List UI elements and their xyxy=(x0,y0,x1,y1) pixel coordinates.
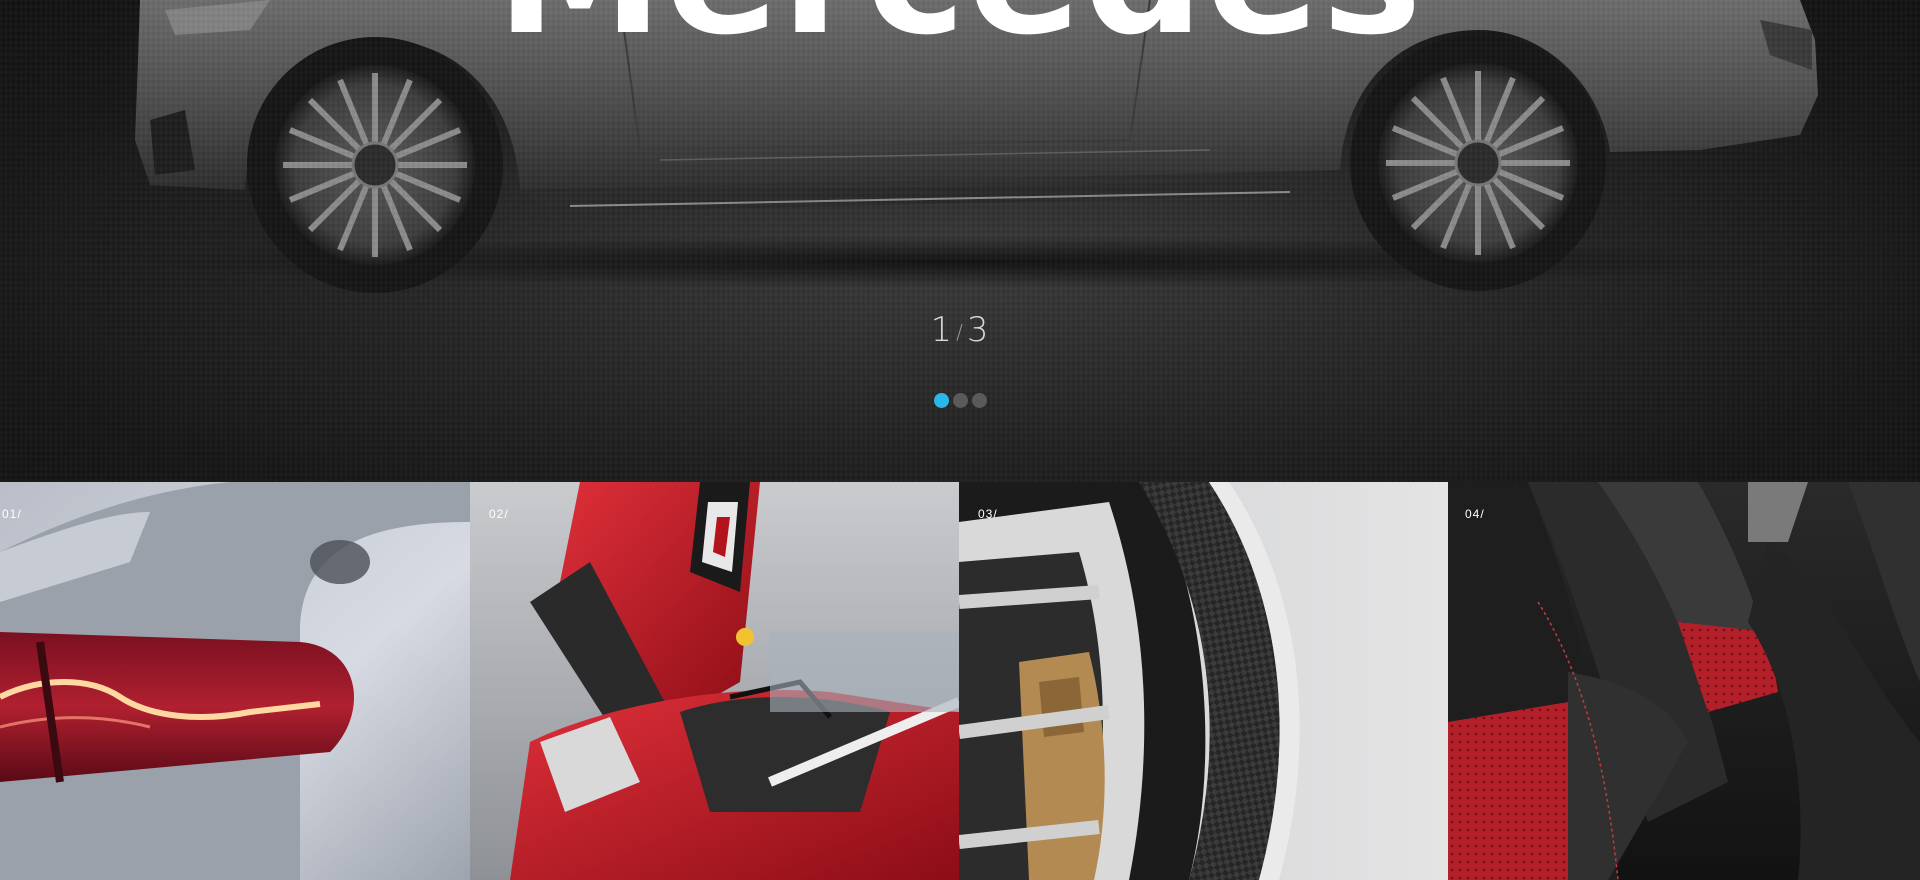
gallery-tile-4[interactable]: 04/ xyxy=(1448,482,1920,880)
hero-title: Mercedes xyxy=(0,0,1920,58)
tile-number-2: 02/ xyxy=(489,507,509,521)
slide-counter: 1/3 xyxy=(0,310,1920,350)
tile-number-1: 01/ xyxy=(2,507,22,521)
tile-number-4: 04/ xyxy=(1465,507,1485,521)
gallery-tile-1[interactable]: 01/ xyxy=(0,482,470,880)
supercar-door-image xyxy=(470,482,959,880)
gallery-tiles: 01/ 02/ 03/ 04/ xyxy=(0,482,1920,880)
slide-current: 1 xyxy=(930,310,954,350)
slider-dot-3[interactable] xyxy=(971,393,987,408)
tile-number-3: 03/ xyxy=(978,507,998,521)
slider-dot-2[interactable] xyxy=(952,393,968,408)
wheel-brake-image xyxy=(959,482,1448,880)
slider-dot-1[interactable] xyxy=(933,393,949,408)
slider-pagination xyxy=(0,393,1920,408)
slide-separator: / xyxy=(956,320,964,344)
gallery-tile-3[interactable]: 03/ xyxy=(959,482,1448,880)
tail-light-image xyxy=(0,482,470,880)
page: Mercedes xyxy=(0,0,1920,880)
gallery-tile-2[interactable]: 02/ xyxy=(470,482,959,880)
sport-seat-image xyxy=(1448,482,1920,880)
slide-total: 3 xyxy=(966,310,990,350)
hero-slider: Mercedes xyxy=(0,0,1920,482)
